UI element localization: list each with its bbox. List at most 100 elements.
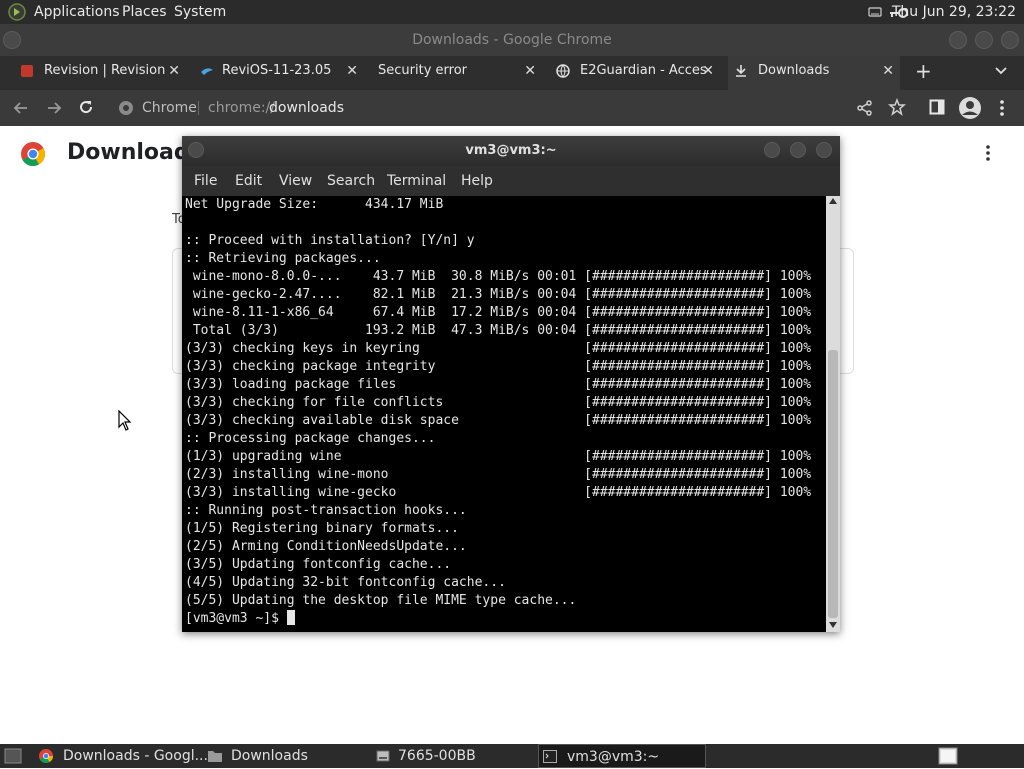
new-tab-button[interactable]: + <box>915 56 932 86</box>
terminal-line: (3/3) loading package files [###########… <box>185 377 812 392</box>
tab-label: E2Guardian - Acces <box>580 63 707 78</box>
terminal-title-bar[interactable]: vm3@vm3:~ <box>182 136 840 166</box>
tab-search-chevron-down-icon[interactable] <box>994 66 1008 76</box>
terminal-line: (3/3) checking for file conflicts [#####… <box>185 395 812 410</box>
terminal-line: (2/3) installing wine-mono [############… <box>185 467 812 482</box>
tab-e2guardian[interactable]: E2Guardian - Acces ✕ <box>550 56 720 90</box>
terminal-scrollbar-thumb[interactable] <box>828 350 838 618</box>
taskbar-item-files[interactable]: Downloads <box>205 744 365 768</box>
terminal-line: wine-8.11-1-x86_64 67.4 MiB 17.2 MiB/s 0… <box>185 305 812 320</box>
terminal-menubar: File Edit View Search Terminal Help <box>182 166 840 196</box>
tab-revision[interactable]: Revision | Revision ✕ <box>14 56 186 90</box>
bookmark-star-icon[interactable] <box>888 98 906 116</box>
minimize-icon[interactable] <box>949 31 967 49</box>
terminal-icon <box>543 750 557 763</box>
side-panel-icon[interactable] <box>929 99 945 115</box>
clock[interactable]: Thu Jun 29, 23:22 <box>892 0 1016 24</box>
terminal-prompt: [vm3@vm3 ~]$ <box>185 611 287 626</box>
taskbar-item-label: Downloads <box>231 748 308 764</box>
terminal-minimize-icon[interactable] <box>764 142 780 158</box>
terminal-line: (1/3) upgrading wine [##################… <box>185 449 812 464</box>
terminal-line: :: Retrieving packages... <box>185 251 381 266</box>
tab-label: ReviOS-11-23.05 <box>222 63 332 78</box>
terminal-prompt-line[interactable]: [vm3@vm3 ~]$ <box>185 610 825 628</box>
close-window-icon[interactable] <box>1001 31 1019 49</box>
chrome-menu-icon[interactable] <box>998 99 1006 117</box>
window-menu-icon[interactable] <box>3 31 21 49</box>
revision-favicon-icon <box>21 65 33 77</box>
chrome-window-title-bar[interactable]: Downloads - Google Chrome <box>0 24 1024 56</box>
menu-system[interactable]: System <box>174 0 226 24</box>
maximize-icon[interactable] <box>975 31 993 49</box>
chrome-window-title: Downloads - Google Chrome <box>412 32 612 48</box>
taskbar-item-label: Downloads - Googl... <box>63 748 208 764</box>
terminal-line: wine-gecko-2.47.... 82.1 MiB 21.3 MiB/s … <box>185 287 812 302</box>
folder-icon <box>208 751 222 762</box>
top-panel: Applications Places System Thu Jun 29, 2… <box>0 0 1024 24</box>
taskbar-item-drive[interactable]: 7665-00BB <box>372 744 532 768</box>
taskbar-item-terminal[interactable]: vm3@vm3:~ <box>538 744 706 768</box>
tab-security-error[interactable]: Security error ✕ <box>370 56 542 90</box>
terminal-line: (1/5) Registering binary formats... <box>185 521 459 536</box>
address-url-path: downloads <box>269 100 344 116</box>
chrome-logo-icon <box>21 142 46 167</box>
close-tab-icon[interactable]: ✕ <box>882 56 894 86</box>
taskbar-item-chrome[interactable]: Downloads - Googl... <box>36 744 208 768</box>
terminal-line: Total (3/3) 193.2 MiB 47.3 MiB/s 00:04 [… <box>185 323 812 338</box>
forward-icon[interactable] <box>45 99 63 117</box>
tab-revios[interactable]: ReviOS-11-23.05 ✕ <box>194 56 364 90</box>
reload-icon[interactable] <box>77 98 95 116</box>
terminal-menu-view[interactable]: View <box>279 166 312 196</box>
terminal-window[interactable]: vm3@vm3:~ File Edit View Search Terminal… <box>182 136 840 632</box>
terminal-line: (3/3) checking package integrity [######… <box>185 359 812 374</box>
chrome-icon <box>39 749 53 763</box>
keyboard-indicator-icon[interactable] <box>867 4 883 20</box>
tab-label: Revision | Revision <box>44 63 166 78</box>
terminal-line: (3/3) checking available disk space [###… <box>185 413 812 428</box>
terminal-output[interactable]: Net Upgrade Size: 434.17 MiB :: Proceed … <box>185 196 825 632</box>
terminal-line: :: Proceed with installation? [Y/n] y <box>185 233 475 248</box>
address-bar[interactable]: Chrome chrome:// downloads <box>110 94 880 122</box>
drive-icon <box>376 750 390 762</box>
back-icon[interactable] <box>12 99 30 117</box>
address-site-label: Chrome <box>142 100 197 116</box>
close-tab-icon[interactable]: ✕ <box>168 56 180 86</box>
terminal-line: wine-mono-8.0.0-... 43.7 MiB 30.8 MiB/s … <box>185 269 812 284</box>
scroll-down-arrow-icon[interactable] <box>829 622 837 628</box>
close-tab-icon[interactable]: ✕ <box>346 56 358 86</box>
tab-label: Security error <box>378 63 467 78</box>
bottom-panel: Downloads - Googl... Downloads 7665-00BB… <box>0 744 1024 768</box>
address-divider <box>198 101 199 115</box>
terminal-line: :: Processing package changes... <box>185 431 436 446</box>
terminal-line: Net Upgrade Size: 434.17 MiB <box>185 197 444 212</box>
terminal-title: vm3@vm3:~ <box>465 143 557 158</box>
show-desktop-icon[interactable] <box>4 748 22 764</box>
terminal-menu-file[interactable]: File <box>194 166 217 196</box>
terminal-menu-help[interactable]: Help <box>461 166 493 196</box>
menu-applications[interactable]: Applications <box>34 0 120 24</box>
terminal-line: (5/5) Updating the desktop file MIME typ… <box>185 593 577 608</box>
scroll-up-arrow-icon[interactable] <box>829 198 837 204</box>
distro-logo-icon[interactable] <box>8 3 26 21</box>
chrome-page-icon <box>119 101 133 115</box>
terminal-menu-terminal[interactable]: Terminal <box>387 166 446 196</box>
terminal-line: (3/3) checking keys in keyring [########… <box>185 341 812 356</box>
menu-places[interactable]: Places <box>122 0 167 24</box>
profile-avatar-icon[interactable] <box>958 96 982 120</box>
taskbar-item-label: 7665-00BB <box>398 748 476 764</box>
mouse-cursor-icon <box>118 410 132 431</box>
terminal-line: (3/3) installing wine-gecko [###########… <box>185 485 812 500</box>
close-tab-icon[interactable]: ✕ <box>702 56 714 86</box>
tab-downloads[interactable]: Downloads ✕ <box>728 56 900 90</box>
terminal-menu-search[interactable]: Search <box>327 166 375 196</box>
terminal-menu-edit[interactable]: Edit <box>235 166 262 196</box>
terminal-maximize-icon[interactable] <box>790 142 806 158</box>
terminal-close-icon[interactable] <box>816 142 832 158</box>
terminal-window-menu-icon[interactable] <box>188 142 204 158</box>
workspace-switcher-icon[interactable] <box>938 747 958 765</box>
address-url-prefix: chrome:// <box>208 100 275 116</box>
tab-strip: Revision | Revision ✕ ReviOS-11-23.05 ✕ … <box>0 56 1024 90</box>
downloads-more-menu-icon[interactable] <box>984 144 992 162</box>
close-tab-icon[interactable]: ✕ <box>524 56 536 86</box>
